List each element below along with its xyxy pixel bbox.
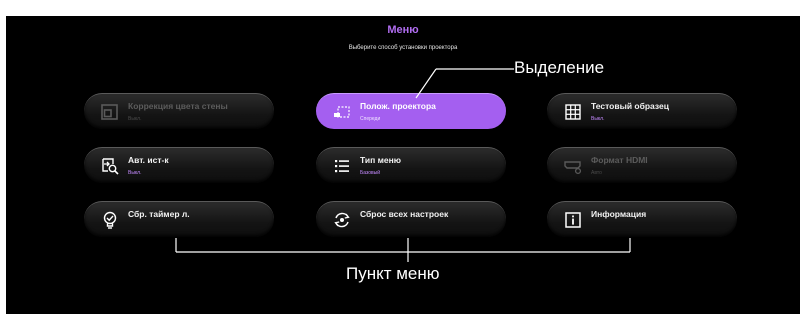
selection-callout-label: Выделение xyxy=(514,58,605,77)
menu-item-callout-label: Пункт меню xyxy=(346,264,440,283)
